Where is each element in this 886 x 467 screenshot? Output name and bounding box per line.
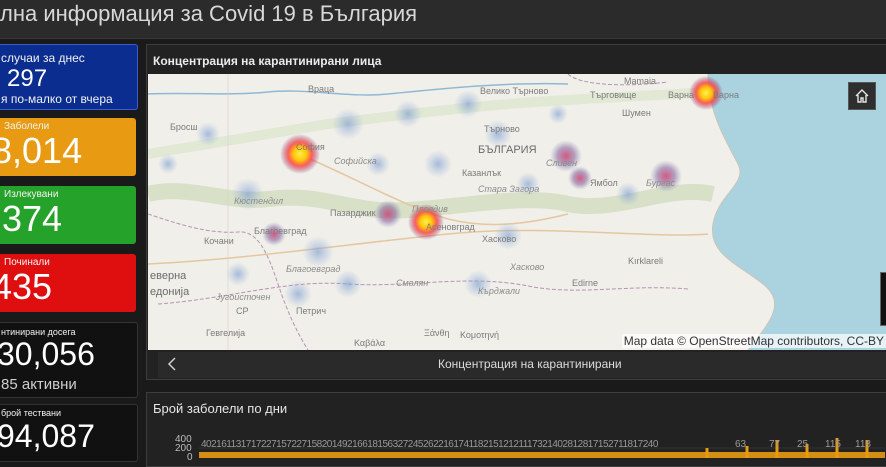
map-label-sofia-region: Софийска bbox=[334, 156, 377, 166]
top-bar: лна информация за Covid 19 в България bbox=[0, 0, 886, 39]
quarantined-card: нтинирани досега 30,056 85 активни bbox=[0, 322, 138, 398]
map-label-blagoevgrad: Благоевград bbox=[254, 226, 307, 236]
map-label-haskovo-region: Хасково bbox=[510, 262, 545, 272]
daily-value-115: 115 bbox=[825, 439, 841, 450]
deceased-card: Починали 435 bbox=[0, 254, 136, 312]
tested-label: брой тествани bbox=[1, 408, 62, 418]
map-attribution[interactable]: Map data © OpenStreetMap contributors, C… bbox=[621, 334, 886, 348]
map-label-vratsa: Враца bbox=[308, 84, 335, 94]
daily-value-63: 63 bbox=[735, 439, 747, 450]
prev-button[interactable] bbox=[166, 356, 182, 374]
daily-value-25: 25 bbox=[797, 439, 809, 450]
map-label-yambol: Ямбол bbox=[590, 178, 618, 188]
map-label-kavala: Καβάλα bbox=[354, 338, 386, 348]
map-label-shumen: Шумен bbox=[622, 108, 651, 118]
map-scroll-handle[interactable] bbox=[880, 272, 886, 326]
map-label-veliko: Велико Търново bbox=[480, 86, 549, 96]
daily-cases-panel: Брой заболели по дни 400 200 0 402161131… bbox=[146, 392, 886, 467]
map-label-varna: Варна bbox=[668, 90, 694, 100]
map-label-kochani: Кочани bbox=[204, 236, 234, 246]
today-cases-value: 297 bbox=[7, 65, 48, 92]
quarantined-sub: 85 активни bbox=[1, 376, 77, 393]
map-label-kardzhali: Кърджали bbox=[478, 286, 521, 296]
quarantine-heat-map[interactable]: Mamaia Враца Велико Търново Търговище Ва… bbox=[148, 74, 886, 350]
quarantined-value: 30,056 bbox=[0, 336, 95, 372]
map-label-xanthi: Ξάνθη bbox=[424, 328, 450, 338]
today-cases-card: случаи за днес 297 я по-малко от вчера bbox=[0, 44, 138, 110]
map-label-varna2: Варна bbox=[713, 90, 739, 100]
map-label-sr: СР bbox=[236, 306, 249, 316]
map-footer-bar: Концентрация на карантинирани bbox=[158, 352, 886, 378]
home-icon bbox=[855, 89, 869, 103]
map-footer-label: Концентрация на карантинирани bbox=[438, 357, 622, 371]
map-label-makedonija: едонија bbox=[150, 286, 190, 298]
map-label-asenovgrad: Асеновград bbox=[426, 222, 475, 232]
daily-value-77: 77 bbox=[769, 439, 781, 450]
map-label-kyustendil: Кюстендил bbox=[234, 196, 284, 206]
tested-value: 94,087 bbox=[0, 418, 95, 454]
map-label-haskovo: Хасково bbox=[482, 234, 517, 244]
map-label-severna: еверна bbox=[150, 270, 187, 282]
infected-card: Заболели 8,014 bbox=[0, 118, 136, 176]
map-label-sliven: Сливен bbox=[546, 158, 578, 168]
map-label-edirne: Edirne bbox=[572, 278, 599, 288]
home-button[interactable] bbox=[848, 82, 876, 110]
map-label-brosh: Бросш bbox=[170, 122, 198, 132]
tested-card: брой тествани 94,087 bbox=[0, 404, 138, 462]
today-cases-label: случаи за днес bbox=[1, 51, 85, 65]
map-label-blagoevgrad-region: Благоевград bbox=[286, 264, 341, 274]
daily-cases-title: Брой заболели по дни bbox=[153, 401, 288, 416]
map-label-komotini: Κομοτηνή bbox=[460, 330, 500, 340]
map-label-jugo: Југоисточен bbox=[216, 292, 271, 302]
map-label-petrich: Петрич bbox=[296, 306, 327, 316]
deceased-value: 435 bbox=[0, 266, 53, 307]
map-label-kazanlak: Казанлък bbox=[462, 168, 502, 178]
map-label-stara-zagora: Стара Загора bbox=[478, 184, 540, 194]
y-tick-0: 0 bbox=[187, 452, 193, 463]
recovered-value: ,374 bbox=[0, 198, 63, 239]
map-label-plovdiv: Пловдив bbox=[412, 204, 448, 214]
daily-values-strip: 4021611317172271572271582014921661815632… bbox=[201, 439, 658, 450]
map-label-sofia: София bbox=[296, 142, 325, 152]
map-label-veliko-tarnovo: Търново bbox=[484, 124, 520, 134]
today-cases-sub: я по-малко от вчера bbox=[1, 92, 113, 106]
map-label-mamaia: Mamaia bbox=[624, 76, 657, 86]
map-background bbox=[148, 74, 886, 350]
map-label-kirklareli: Kırklareli bbox=[628, 256, 664, 266]
chevron-left-icon bbox=[167, 357, 176, 371]
map-label-smolyan: Смолян bbox=[396, 278, 429, 288]
infected-value: 8,014 bbox=[0, 130, 83, 171]
map-panel-title: Концентрация на карантинирани лица bbox=[153, 54, 382, 68]
map-label-targovishte: Търговище bbox=[590, 90, 637, 100]
dashboard-title: лна информация за Covid 19 в България bbox=[0, 1, 418, 26]
daily-value-118: 118 bbox=[855, 439, 871, 450]
map-label-pazardzhik: Пазарджик bbox=[330, 208, 376, 218]
map-label-burgas: Бургас bbox=[646, 178, 676, 188]
map-label-gevgelija: Гевгелија bbox=[206, 328, 246, 338]
map-label-bulgaria: БЪЛГАРИЯ bbox=[478, 144, 537, 156]
recovered-card: Излекувани ,374 bbox=[0, 186, 136, 244]
